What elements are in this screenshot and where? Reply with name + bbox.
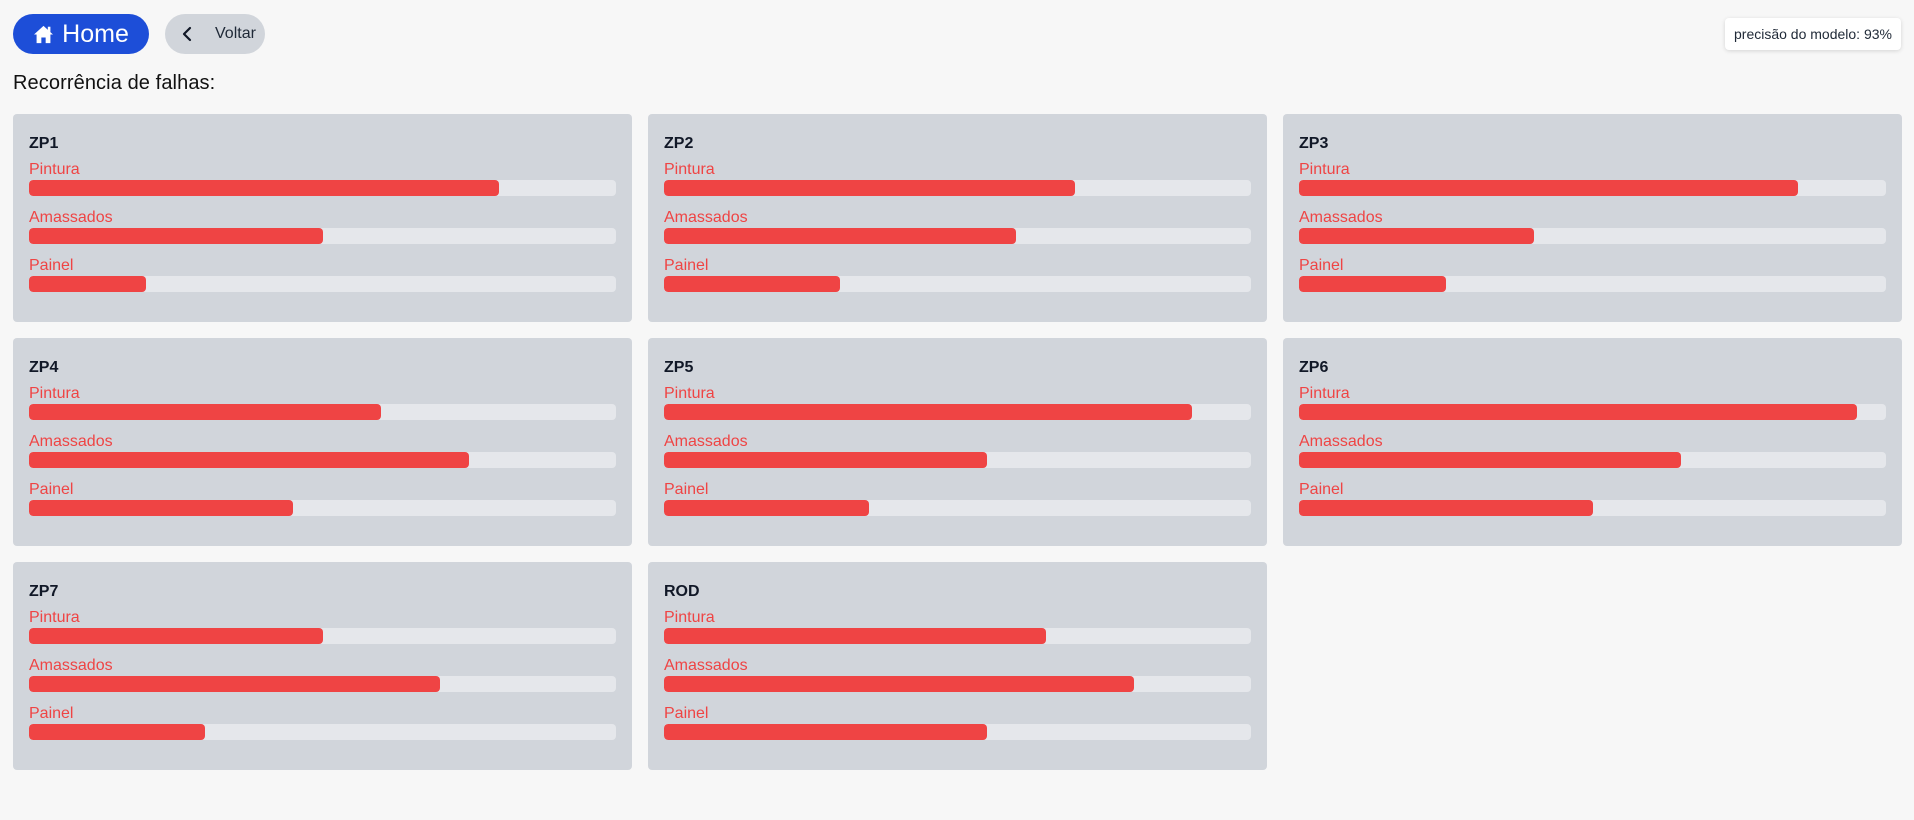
- zone-card-title: ZP3: [1299, 135, 1329, 152]
- metric-label: Painel: [29, 257, 74, 274]
- zone-card: ZP3 Pintura Amassados Painel: [1283, 114, 1902, 322]
- progress-bar-fill: [29, 628, 323, 644]
- progress-bar-fill: [664, 628, 1046, 644]
- metric-label: Pintura: [664, 161, 715, 178]
- progress-bar-track: [29, 276, 616, 292]
- progress-bar-fill: [1299, 180, 1798, 196]
- progress-bar-fill: [664, 500, 870, 516]
- metric-label: Painel: [1299, 481, 1344, 498]
- zone-card-title: ZP1: [29, 135, 59, 152]
- progress-bar-fill: [29, 724, 206, 740]
- progress-bar-fill: [1299, 404, 1857, 420]
- progress-bar-track: [29, 724, 616, 740]
- progress-bar-track: [29, 452, 616, 468]
- progress-bar-track: [29, 404, 616, 420]
- progress-bar-track: [1299, 500, 1886, 516]
- section-title: Recorrência de falhas:: [13, 72, 216, 94]
- progress-bar-fill: [664, 452, 987, 468]
- progress-bar-track: [664, 676, 1251, 692]
- progress-bar-track: [1299, 404, 1886, 420]
- metric-label: Pintura: [664, 609, 715, 626]
- back-button[interactable]: Voltar: [165, 14, 265, 54]
- metric-label: Painel: [29, 481, 74, 498]
- zone-card: ZP1 Pintura Amassados Painel: [13, 114, 632, 322]
- zone-card: ZP5 Pintura Amassados Painel: [648, 338, 1267, 546]
- progress-bar-track: [664, 452, 1251, 468]
- metric-label: Pintura: [1299, 161, 1350, 178]
- progress-bar-track: [1299, 452, 1886, 468]
- progress-bar-track: [29, 228, 616, 244]
- metric-label: Amassados: [1299, 433, 1383, 450]
- progress-bar-fill: [1299, 276, 1446, 292]
- progress-bar-fill: [664, 676, 1134, 692]
- zone-card-title: ROD: [664, 583, 700, 600]
- metric-label: Painel: [664, 481, 709, 498]
- progress-bar-fill: [29, 500, 294, 516]
- progress-bar-fill: [29, 404, 382, 420]
- zone-card-title: ZP2: [664, 135, 694, 152]
- metric-label: Amassados: [29, 209, 113, 226]
- model-precision-badge: precisão do modelo: 93%: [1725, 18, 1901, 50]
- zone-card-title: ZP6: [1299, 359, 1329, 376]
- progress-bar-track: [664, 628, 1251, 644]
- home-icon: [34, 25, 54, 43]
- zone-card: ZP4 Pintura Amassados Painel: [13, 338, 632, 546]
- progress-bar-track: [1299, 180, 1886, 196]
- progress-bar-track: [1299, 228, 1886, 244]
- progress-bar-track: [29, 628, 616, 644]
- metric-label: Painel: [29, 705, 74, 722]
- progress-bar-fill: [664, 180, 1075, 196]
- progress-bar-track: [664, 180, 1251, 196]
- metric-label: Pintura: [29, 609, 80, 626]
- progress-bar-track: [1299, 276, 1886, 292]
- home-button-label: Home: [62, 19, 129, 48]
- zone-card: ZP2 Pintura Amassados Painel: [648, 114, 1267, 322]
- progress-bar-fill: [1299, 500, 1593, 516]
- metric-label: Pintura: [664, 385, 715, 402]
- progress-bar-fill: [29, 452, 470, 468]
- zone-card: ROD Pintura Amassados Painel: [648, 562, 1267, 770]
- progress-bar-track: [664, 228, 1251, 244]
- metric-label: Amassados: [29, 433, 113, 450]
- progress-bar-fill: [29, 276, 147, 292]
- progress-bar-fill: [664, 724, 987, 740]
- metric-label: Amassados: [29, 657, 113, 674]
- progress-bar-track: [664, 500, 1251, 516]
- progress-bar-fill: [1299, 228, 1534, 244]
- progress-bar-track: [29, 180, 616, 196]
- top-bar: Home Voltar precisão do modelo: 93%: [0, 0, 1914, 68]
- metric-label: Amassados: [664, 433, 748, 450]
- metric-label: Pintura: [29, 161, 80, 178]
- metric-label: Amassados: [664, 209, 748, 226]
- metric-label: Painel: [1299, 257, 1344, 274]
- zone-card: ZP7 Pintura Amassados Painel: [13, 562, 632, 770]
- progress-bar-fill: [29, 676, 440, 692]
- metric-label: Amassados: [1299, 209, 1383, 226]
- zone-card-title: ZP7: [29, 583, 59, 600]
- progress-bar-track: [664, 724, 1251, 740]
- zone-card-title: ZP4: [29, 359, 59, 376]
- progress-bar-track: [664, 276, 1251, 292]
- zone-card-title: ZP5: [664, 359, 694, 376]
- zone-card: ZP6 Pintura Amassados Painel: [1283, 338, 1902, 546]
- progress-bar-fill: [29, 180, 499, 196]
- progress-bar-fill: [664, 228, 1017, 244]
- metric-label: Amassados: [664, 657, 748, 674]
- metric-label: Painel: [664, 257, 709, 274]
- chevron-left-icon: [182, 26, 192, 42]
- failure-cards-grid: ZP1 Pintura Amassados Painel ZP2 Pintura Amass…: [13, 114, 1902, 770]
- progress-bar-fill: [664, 404, 1193, 420]
- home-button[interactable]: Home: [13, 14, 149, 54]
- progress-bar-fill: [664, 276, 841, 292]
- progress-bar-track: [664, 404, 1251, 420]
- progress-bar-fill: [29, 228, 323, 244]
- metric-label: Pintura: [29, 385, 80, 402]
- progress-bar-fill: [1299, 452, 1681, 468]
- metric-label: Pintura: [1299, 385, 1350, 402]
- progress-bar-track: [29, 500, 616, 516]
- progress-bar-track: [29, 676, 616, 692]
- metric-label: Painel: [664, 705, 709, 722]
- back-button-label: Voltar: [215, 25, 256, 42]
